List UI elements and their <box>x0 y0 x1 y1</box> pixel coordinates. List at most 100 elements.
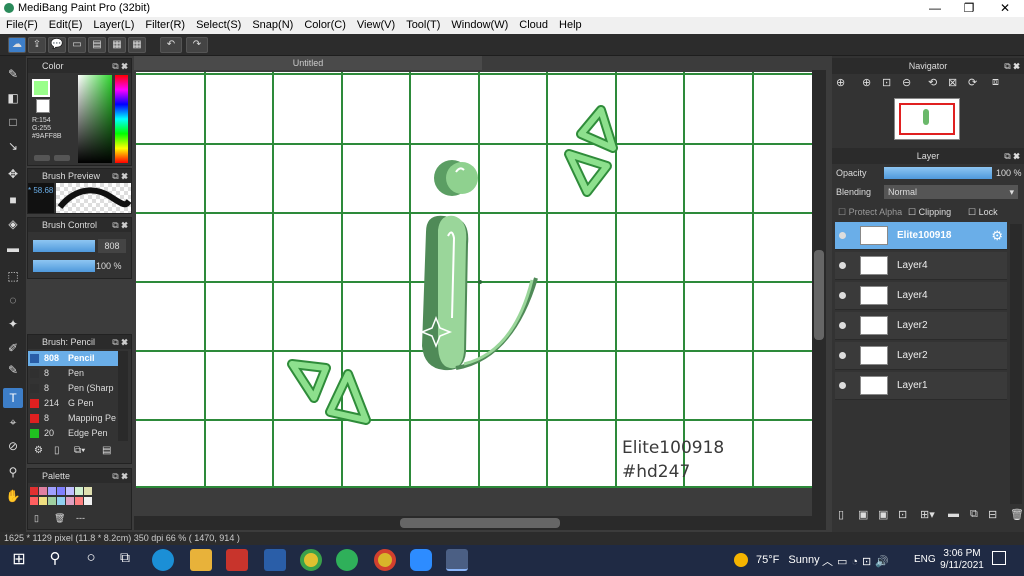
palette-swatch[interactable] <box>30 497 38 505</box>
hue-slider[interactable] <box>115 75 128 163</box>
chat-icon[interactable]: 💬 <box>48 37 66 53</box>
canvas-area[interactable]: Elite100918 #hd247 <box>134 70 826 516</box>
add-layer-dropdown-icon[interactable]: ⊞▾ <box>920 508 935 521</box>
new-brush-icon[interactable]: ▯ <box>54 445 60 456</box>
menu-filter[interactable]: Filter(R) <box>139 17 190 31</box>
palette-swatch[interactable] <box>66 497 74 505</box>
palette-swatch[interactable] <box>66 487 74 495</box>
notification-icon[interactable] <box>992 551 1006 565</box>
select-pen-icon[interactable]: ✐ <box>3 338 23 358</box>
navigator-thumbnail[interactable] <box>894 98 960 140</box>
menu-tool[interactable]: Tool(T) <box>400 17 445 31</box>
select-eraser-icon[interactable]: ✎ <box>3 360 23 380</box>
chrome-2-icon[interactable] <box>374 549 396 571</box>
brush-list-scrollbar[interactable] <box>118 351 128 441</box>
brush-item[interactable]: 8 Pen (Sharp <box>28 381 126 396</box>
clock[interactable]: 3:06 PM 9/11/2021 <box>940 548 984 572</box>
gradient-tool-icon[interactable]: ▬ <box>3 238 23 258</box>
delete-layer-icon[interactable]: 🗑 <box>1010 508 1024 521</box>
background-swatch[interactable] <box>36 99 50 113</box>
close-button[interactable]: ✕ <box>988 0 1022 17</box>
lasso-icon[interactable]: ◌ <box>3 290 23 310</box>
clipping-checkbox[interactable]: ☐ Clipping <box>908 207 951 218</box>
color-option-button-2[interactable] <box>54 155 70 161</box>
new-1bit-layer-icon[interactable]: ▣ <box>878 508 888 521</box>
palette-swatch[interactable] <box>84 497 92 505</box>
share-icon[interactable]: ⇪ <box>28 37 46 53</box>
panel-buttons[interactable]: ⧉ ✖ <box>1004 58 1020 74</box>
fill-tool-icon[interactable]: ◈ <box>3 214 23 234</box>
windows-start-icon[interactable]: ⊞ <box>8 549 30 571</box>
lock-checkbox[interactable]: ☐ Lock <box>968 207 998 218</box>
magic-wand-icon[interactable]: ✦ <box>3 314 23 334</box>
maximize-button[interactable]: ❐ <box>952 0 986 17</box>
layer-row[interactable]: Layer1 <box>835 372 1007 400</box>
chrome-icon[interactable] <box>300 549 322 571</box>
horizontal-scrollbar[interactable] <box>134 516 826 530</box>
vertical-scrollbar[interactable] <box>812 70 826 516</box>
layer-scrollbar[interactable] <box>1010 224 1022 504</box>
blending-select[interactable]: Normal ▾ <box>884 185 1018 199</box>
folder-icon[interactable]: ▬ <box>948 508 959 520</box>
task-view-icon[interactable]: ⧉ <box>114 549 136 571</box>
layer-row[interactable]: Layer2 <box>835 312 1007 340</box>
page-icon[interactable]: ▤ <box>88 37 106 53</box>
comment-icon[interactable]: ▭ <box>68 37 86 53</box>
panel-buttons[interactable]: ⧉ ✖ <box>112 218 128 232</box>
system-tray-icons[interactable]: ︿▭◔⊡🔊 <box>822 553 893 569</box>
shape-tool-icon[interactable]: □ <box>3 112 23 132</box>
menu-select[interactable]: Select(S) <box>190 17 246 31</box>
layer-row[interactable]: Layer4 <box>835 282 1007 310</box>
saturation-value-picker[interactable] <box>78 75 112 163</box>
layer-row[interactable]: Elite100918 ⚙ <box>835 222 1007 250</box>
search-icon[interactable]: ⚲ <box>44 549 66 571</box>
zoom-in-2-icon[interactable]: ⊕ <box>862 76 871 89</box>
vertical-scroll-thumb[interactable] <box>814 250 824 340</box>
brush-size-value[interactable]: 808 <box>98 239 126 253</box>
undo-icon[interactable]: ↶ <box>160 37 182 53</box>
eraser-tool-icon[interactable]: ◧ <box>3 88 23 108</box>
minimize-button[interactable]: — <box>918 0 952 17</box>
new-halftone-layer-icon[interactable]: ▣ <box>858 508 868 521</box>
palette-swatch[interactable] <box>75 487 83 495</box>
palette-swatch[interactable] <box>57 487 65 495</box>
menu-edit[interactable]: Edit(E) <box>43 17 88 31</box>
fit-icon[interactable]: ⊡ <box>882 76 891 89</box>
color-option-button[interactable] <box>34 155 50 161</box>
eye-icon[interactable] <box>839 382 846 389</box>
foreground-swatch[interactable] <box>32 79 50 97</box>
rect-tool-icon[interactable]: ■ <box>3 190 23 210</box>
horizontal-scroll-thumb[interactable] <box>400 518 560 528</box>
image-layer-icon[interactable]: ⊡ <box>898 508 907 521</box>
palette-swatch[interactable] <box>39 487 47 495</box>
eye-icon[interactable] <box>839 292 846 299</box>
palette-swatch[interactable] <box>30 487 38 495</box>
menu-file[interactable]: File(F) <box>0 17 43 31</box>
palette-swatch[interactable] <box>57 497 65 505</box>
grid-settings-icon[interactable]: ▦ <box>108 37 126 53</box>
layer-opacity-slider[interactable] <box>884 167 992 179</box>
brush-material-icon[interactable]: ⚙ <box>34 445 43 456</box>
brush-opacity-slider[interactable] <box>33 260 95 272</box>
new-layer-icon[interactable]: ▯ <box>838 508 844 521</box>
eye-icon[interactable] <box>839 262 846 269</box>
eyedropper-icon[interactable]: ⚲ <box>3 462 23 482</box>
eye-icon[interactable] <box>839 232 846 239</box>
operation-tool-icon[interactable]: ⌖ <box>3 412 23 432</box>
palette-swatch[interactable] <box>48 497 56 505</box>
word-icon[interactable] <box>264 549 286 571</box>
brush-tool-icon[interactable]: ✎ <box>3 64 23 84</box>
menu-view[interactable]: View(V) <box>351 17 400 31</box>
menu-window[interactable]: Window(W) <box>445 17 513 31</box>
brush-item[interactable]: 808 Pencil <box>28 351 126 366</box>
panel-buttons[interactable]: ⧉ ✖ <box>112 335 128 349</box>
eye-icon[interactable] <box>839 322 846 329</box>
palette-swatch[interactable] <box>84 487 92 495</box>
brush-item[interactable]: 8 Pen <box>28 366 126 381</box>
grid-icon[interactable]: ▦ <box>128 37 146 53</box>
brush-settings-icon[interactable]: ▤ <box>102 445 111 456</box>
flip-icon[interactable]: ⧈ <box>992 76 999 89</box>
reset-icon[interactable]: ⊠ <box>948 76 957 89</box>
zoom-app-icon[interactable] <box>410 549 432 571</box>
panel-buttons[interactable]: ⧉ ✖ <box>112 169 128 183</box>
